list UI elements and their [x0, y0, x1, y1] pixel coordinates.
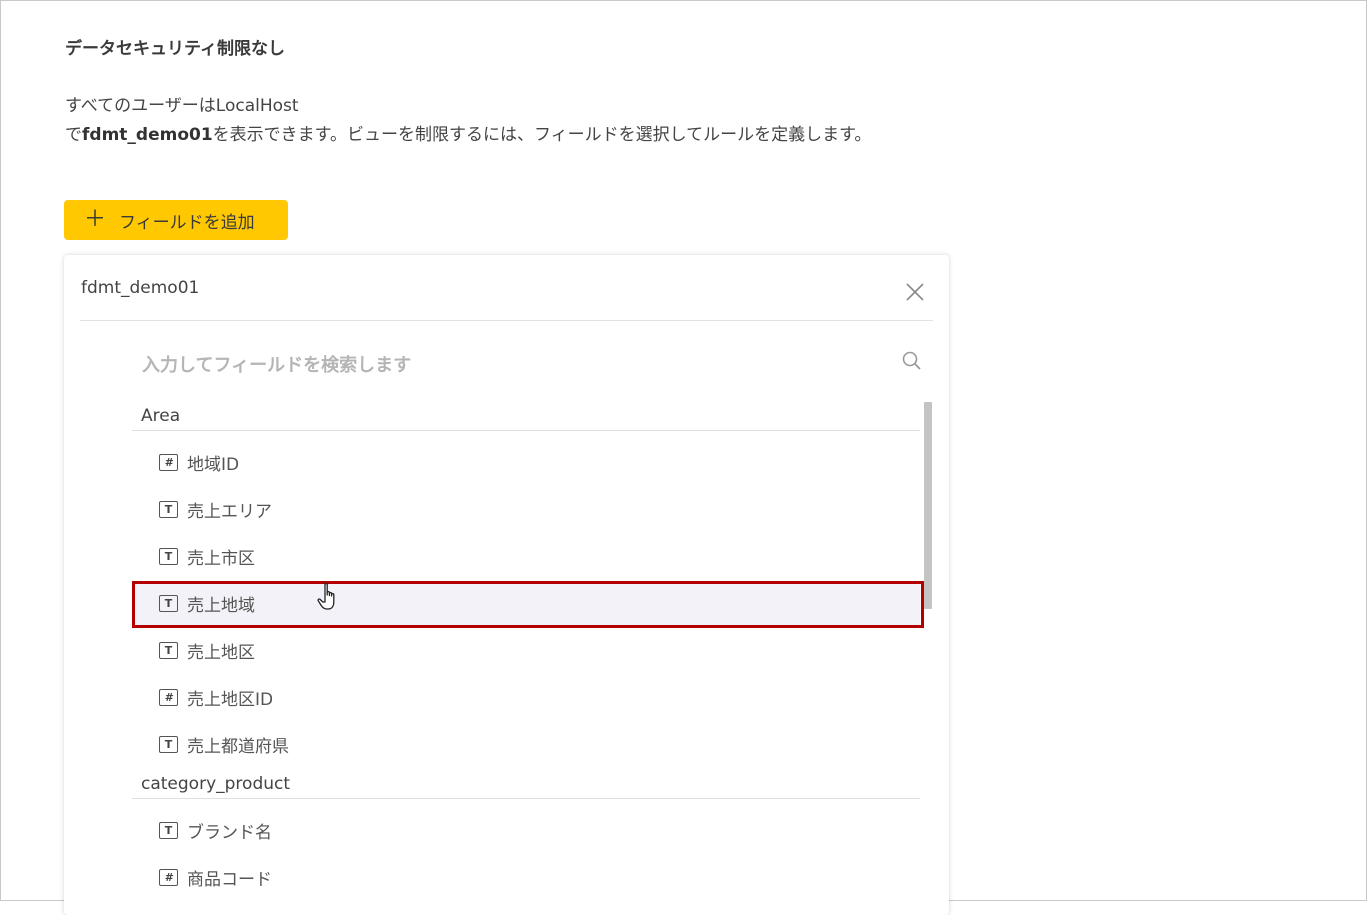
field-item[interactable]: # 売上地区ID: [132, 675, 920, 720]
text-type-icon: T: [159, 501, 178, 518]
panel-title: fdmt_demo01: [81, 278, 200, 298]
field-item[interactable]: # 地域ID: [132, 440, 920, 485]
field-item[interactable]: T ブランド名: [132, 808, 920, 853]
field-label: 売上都道府県: [187, 737, 289, 757]
hand-pointer-cursor-icon: [317, 582, 335, 610]
field-label: 売上地区ID: [187, 690, 274, 710]
field-label: ブランド名: [187, 823, 272, 843]
field-label: 売上地区: [187, 643, 255, 663]
list-scrollbar[interactable]: [924, 402, 932, 609]
search-icon[interactable]: [901, 350, 923, 372]
datasource-name: fdmt_demo01: [82, 125, 213, 145]
field-list: Area # 地域ID T 売上エリア T 売上市区 T 売上地域 T 売上地区…: [132, 395, 922, 915]
field-label: 売上エリア: [187, 502, 272, 522]
field-label: 商品コード: [187, 870, 272, 890]
number-type-icon: #: [159, 689, 178, 706]
field-item[interactable]: # 商品コード: [132, 855, 920, 900]
field-selector-panel: fdmt_demo01 Area # 地域ID T 売上エリア T 売上市区 T…: [64, 255, 949, 915]
field-item[interactable]: T 売上市区: [132, 534, 920, 579]
field-label: 売上地域: [187, 596, 255, 616]
number-type-icon: #: [159, 869, 178, 886]
group-header-area: Area: [132, 395, 920, 431]
description-suffix: を表示できます。ビューを制限するには、フィールドを選択してルールを定義します。: [212, 125, 872, 145]
field-label: 地域ID: [187, 455, 240, 475]
page-description: すべてのユーザーはLocalHost でfdmt_demo01を表示できます。ビ…: [65, 92, 871, 150]
text-type-icon: T: [159, 642, 178, 659]
description-line-2: でfdmt_demo01を表示できます。ビューを制限するには、フィールドを選択し…: [65, 121, 871, 150]
add-field-label: フィールドを追加: [119, 212, 255, 233]
field-item[interactable]: T 売上地区: [132, 628, 920, 673]
panel-divider: [80, 320, 933, 321]
field-item[interactable]: T 売上都道府県: [132, 722, 920, 767]
group-header-category-product: category_product: [132, 763, 920, 799]
close-icon[interactable]: [904, 281, 926, 303]
text-type-icon: T: [159, 548, 178, 565]
plus-icon: ＋: [84, 207, 107, 232]
add-field-button[interactable]: ＋ フィールドを追加: [64, 200, 288, 240]
text-type-icon: T: [159, 736, 178, 753]
text-type-icon: T: [159, 822, 178, 839]
field-item-hovered[interactable]: T 売上地域: [132, 581, 920, 626]
number-type-icon: #: [159, 454, 178, 471]
text-type-icon: T: [159, 595, 178, 612]
description-line-1: すべてのユーザーはLocalHost: [65, 96, 299, 116]
field-label: 売上市区: [187, 549, 255, 569]
field-item[interactable]: T 売上エリア: [132, 487, 920, 532]
page-title: データセキュリティ制限なし: [65, 39, 285, 59]
description-prefix: で: [65, 125, 82, 145]
field-search-input[interactable]: [140, 347, 864, 383]
